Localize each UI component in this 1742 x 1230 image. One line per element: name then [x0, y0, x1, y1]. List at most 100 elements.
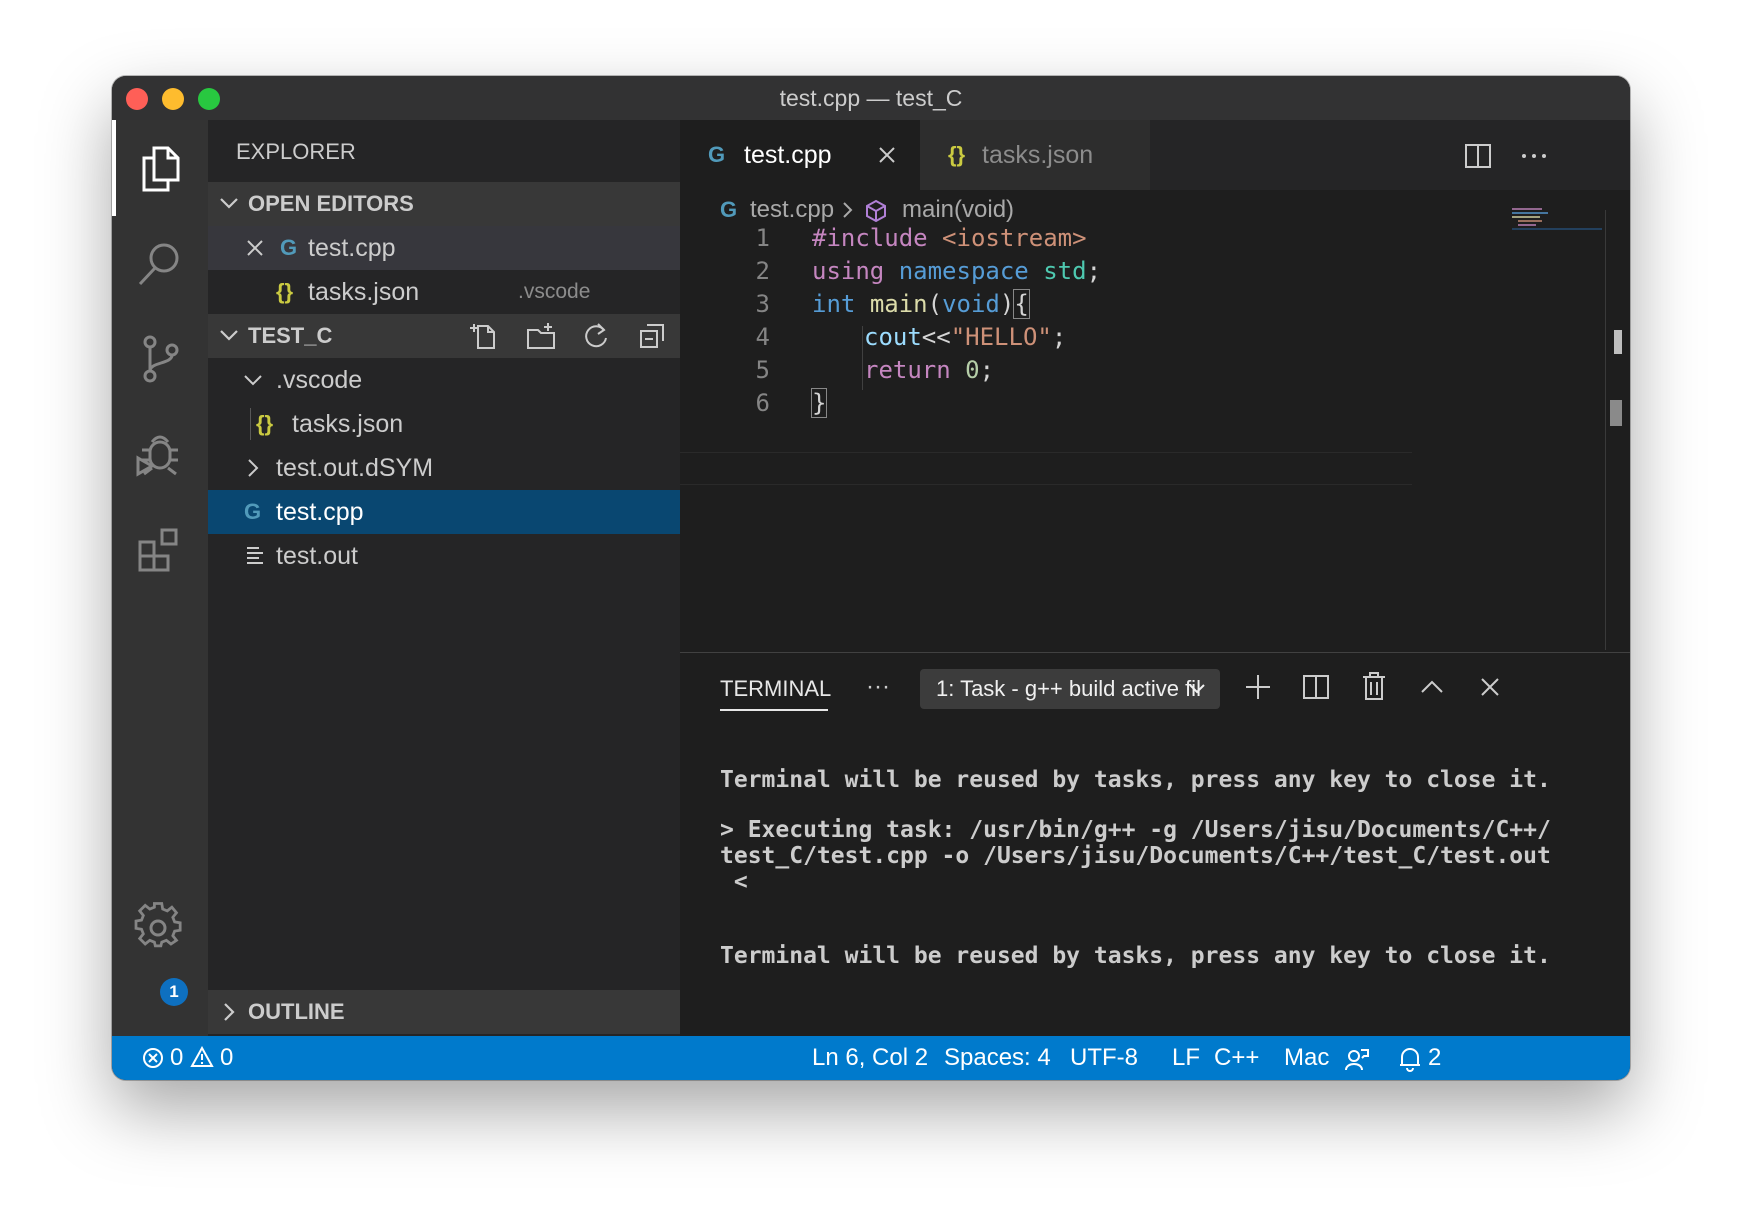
vscode-window: test.cpp — test_C 1 EXPLORER OPEN EDITOR… — [112, 76, 1630, 1080]
token: int — [812, 290, 856, 318]
explorer-sidebar: EXPLORER OPEN EDITORS G test.cpp {} task… — [208, 120, 680, 1036]
token: 0 — [965, 356, 980, 384]
chevron-right-icon — [242, 446, 264, 490]
token: <iostream> — [942, 224, 1087, 252]
source-control-icon[interactable] — [112, 310, 208, 406]
new-folder-icon[interactable] — [526, 322, 556, 350]
encoding[interactable]: UTF-8 — [1070, 1036, 1138, 1080]
terminal-line: < — [720, 869, 748, 895]
error-count: 0 — [170, 1044, 184, 1071]
token: void — [942, 290, 1000, 318]
line-number: 1 — [755, 224, 770, 252]
overview-ruler-cursor — [1610, 400, 1622, 426]
token: ( — [927, 290, 943, 318]
sidebar-title: EXPLORER — [236, 139, 356, 164]
chevron-down-icon — [242, 358, 264, 402]
more-actions-icon[interactable] — [1520, 142, 1548, 170]
project-folder-header[interactable]: TEST_C — [208, 314, 680, 358]
token: "HELLO" — [950, 323, 1052, 351]
token: #include — [812, 224, 928, 252]
json-file-icon: {} — [948, 142, 966, 167]
bracket-match: { — [1013, 289, 1030, 319]
tab-test-cpp[interactable]: G test.cpp — [680, 120, 920, 190]
terminal-line: test_C/test.cpp -o /Users/jisu/Documents… — [720, 843, 1551, 869]
terminal-line: > Executing task: /usr/bin/g++ -g /Users… — [720, 817, 1551, 843]
feedback-icon[interactable] — [1344, 1046, 1370, 1072]
close-panel-icon[interactable] — [1476, 673, 1504, 701]
minimap[interactable] — [1512, 206, 1602, 234]
symbol-method-icon — [864, 199, 888, 223]
json-file-icon: {} — [276, 279, 294, 304]
indent-guide — [250, 408, 251, 440]
tree-folder-vscode[interactable]: .vscode — [208, 358, 680, 402]
tree-file-tasks-json[interactable]: {} tasks.json — [208, 402, 680, 446]
token: cout — [864, 323, 922, 351]
token: namespace — [898, 257, 1029, 285]
cpp-file-icon: G — [280, 235, 298, 260]
terminal-line: Terminal will be reused by tasks, press … — [720, 767, 1551, 793]
tab-tasks-json[interactable]: {} tasks.json — [920, 120, 1150, 190]
current-line-highlight — [680, 452, 1412, 485]
tree-folder-dsym[interactable]: test.out.dSYM — [208, 446, 680, 490]
new-file-icon[interactable] — [470, 322, 498, 350]
bell-icon[interactable] — [1398, 1046, 1422, 1072]
code-line: return 0; — [864, 356, 994, 384]
terminal-line: Terminal will be reused by tasks, press … — [720, 943, 1551, 969]
token: ; — [1086, 257, 1102, 285]
token: return — [864, 356, 951, 384]
terminal-select-value: 1: Task - g++ build active fil — [936, 676, 1201, 701]
trash-icon[interactable] — [1360, 671, 1388, 701]
line-number: 6 — [755, 389, 770, 417]
code-editor[interactable]: G test.cpp main(void) 1 2 3 4 5 6 #inclu… — [680, 190, 1630, 652]
json-file-icon: {} — [256, 411, 274, 436]
terminal-select[interactable]: 1: Task - g++ build active fil — [920, 669, 1220, 709]
tab-terminal[interactable]: TERMINAL — [720, 669, 831, 709]
line-number: 3 — [755, 290, 770, 318]
collapse-all-icon[interactable] — [638, 322, 666, 350]
explorer-icon[interactable] — [112, 120, 208, 216]
split-terminal-icon[interactable] — [1302, 673, 1330, 701]
debug-icon[interactable] — [112, 406, 208, 502]
warning-icon — [190, 1046, 214, 1068]
status-bar: 0 0 Ln 6, Col 2 Spaces: 4 UTF-8 LF C++ M… — [112, 1036, 1630, 1080]
token: using — [812, 257, 885, 285]
line-ending[interactable]: LF — [1172, 1036, 1200, 1080]
scrollbar-track — [1605, 210, 1606, 650]
tree-file-test-cpp[interactable]: G test.cpp — [208, 490, 680, 534]
open-editor-item[interactable]: {} tasks.json .vscode — [208, 270, 680, 314]
code-line: } — [810, 388, 828, 418]
token: ) — [999, 290, 1015, 318]
token: << — [921, 323, 951, 351]
line-number: 5 — [755, 356, 770, 384]
open-editors-header[interactable]: OPEN EDITORS — [208, 182, 680, 226]
extensions-icon[interactable] — [112, 502, 208, 598]
line-number: 4 — [755, 323, 770, 351]
refresh-icon[interactable] — [582, 322, 610, 350]
chevron-down-icon — [218, 314, 240, 358]
cursor-position[interactable]: Ln 6, Col 2 — [812, 1036, 928, 1080]
platform[interactable]: Mac — [1284, 1036, 1329, 1080]
error-icon — [142, 1047, 164, 1069]
split-editor-icon[interactable] — [1464, 142, 1492, 170]
language-mode[interactable]: C++ — [1214, 1036, 1259, 1080]
panel-more-button[interactable]: ··· — [866, 669, 890, 709]
outline-header[interactable]: OUTLINE — [208, 990, 680, 1034]
scrollbar-thumb[interactable] — [1614, 330, 1622, 354]
text-file-icon — [246, 544, 264, 568]
code-line: int main(void){ — [812, 289, 1030, 319]
code-line: #include <iostream> — [812, 224, 1087, 252]
indentation[interactable]: Spaces: 4 — [944, 1036, 1051, 1080]
warning-count: 0 — [220, 1044, 234, 1071]
cpp-file-icon: G — [244, 499, 262, 524]
settings-gear-icon[interactable] — [112, 880, 208, 976]
search-icon[interactable] — [112, 216, 208, 312]
new-terminal-icon[interactable] — [1244, 673, 1272, 701]
indent-guide — [862, 326, 863, 390]
open-editor-item[interactable]: G test.cpp — [208, 226, 680, 270]
tree-file-test-out[interactable]: test.out — [208, 534, 680, 578]
notification-count[interactable]: 2 — [1428, 1036, 1441, 1080]
chevron-right-icon — [218, 990, 240, 1034]
close-icon[interactable] — [244, 226, 266, 270]
close-icon[interactable] — [876, 120, 898, 190]
maximize-panel-icon[interactable] — [1418, 673, 1446, 701]
